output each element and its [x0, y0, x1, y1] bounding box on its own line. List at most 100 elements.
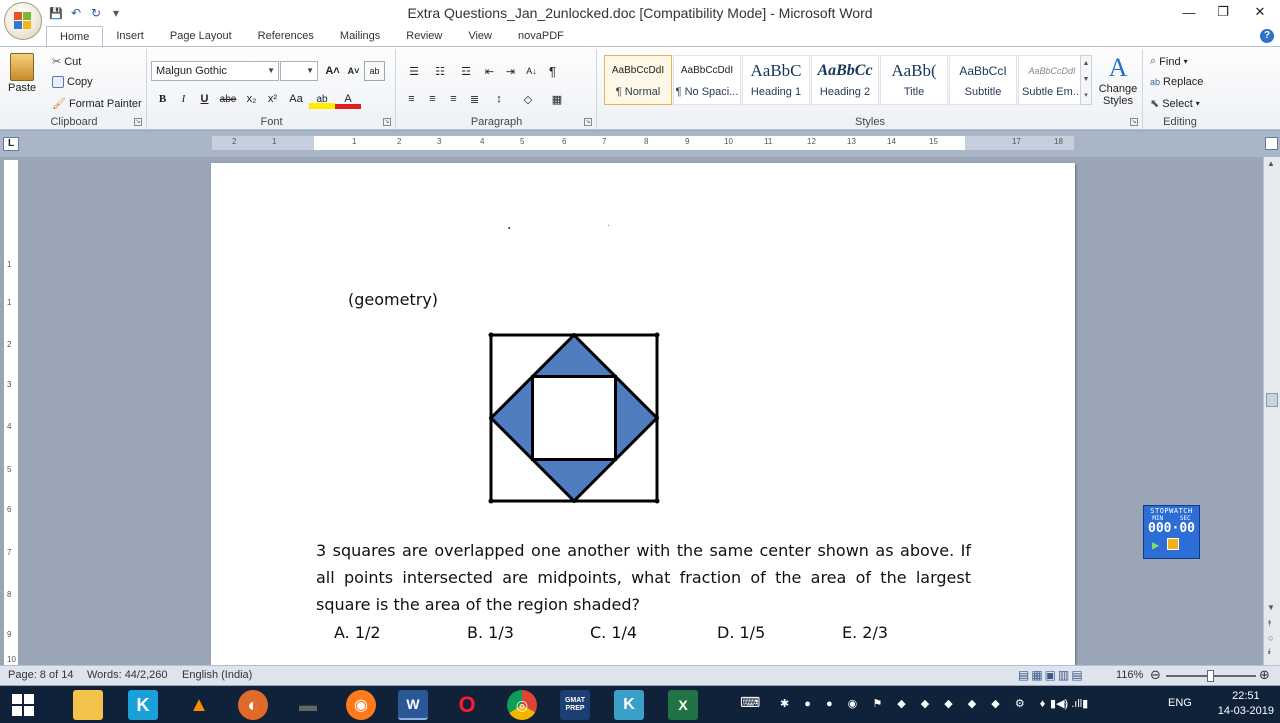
scroll-thumb[interactable] — [1266, 393, 1278, 407]
bold-button[interactable]: B — [152, 89, 173, 109]
firefox-icon[interactable]: ◉ — [346, 690, 376, 720]
styles-launcher[interactable]: ↘ — [1130, 118, 1138, 126]
gmat-prep-icon[interactable]: GMAT PREP — [560, 690, 590, 720]
replace-button[interactable]: ab Replace — [1150, 76, 1203, 88]
app-device-icon[interactable]: ▬ — [293, 690, 323, 720]
line-spacing-icon[interactable]: ↕ — [485, 89, 513, 109]
app-orange-icon[interactable]: ◐ — [238, 690, 268, 720]
underline-button[interactable]: U — [194, 89, 215, 109]
align-center-icon[interactable]: ≡ — [422, 89, 443, 109]
scroll-down-icon[interactable]: ▼ — [1267, 603, 1275, 612]
show-marks-button[interactable]: ¶ — [542, 61, 563, 81]
style-no-spacing[interactable]: AaBbCcDdI ¶ No Spaci... — [673, 55, 741, 105]
clock[interactable]: 22:51 14-03-2019 — [1218, 689, 1274, 719]
find-button[interactable]: ⌕ Find ▾ — [1150, 55, 1188, 68]
multilevel-list-icon[interactable]: ☲ — [453, 61, 479, 81]
style-normal[interactable]: AaBbCcDdI ¶ Normal — [604, 55, 672, 105]
scroll-up-icon[interactable]: ▲ — [1267, 159, 1275, 168]
tray-icons[interactable]: ✱ ● ● ◉ ⚑ ◆ ◆ ◆ ◆ ◆ ⚙ ♦ ⌂ ▮ — [780, 697, 1094, 710]
copy-button[interactable]: Copy — [52, 76, 93, 88]
zoom-level[interactable]: 116% — [1116, 669, 1143, 681]
paste-button[interactable]: Paste — [8, 53, 36, 94]
highlight-button[interactable]: ab — [309, 89, 335, 109]
tab-references[interactable]: References — [245, 26, 327, 46]
zoom-slider-thumb[interactable] — [1207, 670, 1214, 682]
view-ruler-icon[interactable] — [1265, 137, 1278, 150]
zoom-out-icon[interactable]: ⊖ — [1150, 667, 1161, 683]
tab-novapdf[interactable]: novaPDF — [505, 26, 577, 46]
justify-icon[interactable]: ≣ — [464, 89, 485, 109]
tab-insert[interactable]: Insert — [103, 26, 157, 46]
stopwatch-widget[interactable]: STOPWATCH MIN SEC 000·00 ▶ — [1143, 505, 1200, 559]
tab-page-layout[interactable]: Page Layout — [157, 26, 245, 46]
bullets-icon[interactable]: ☰ — [401, 61, 427, 81]
browse-object-icon[interactable]: ○ — [1268, 633, 1273, 643]
select-button[interactable]: ⬉ Select ▾ — [1150, 97, 1200, 111]
borders-icon[interactable]: ▦ — [543, 89, 571, 109]
excel-icon[interactable]: X — [668, 690, 698, 720]
decrease-indent-icon[interactable]: ⇤ — [479, 61, 500, 81]
shrink-font-button[interactable]: A˅ — [343, 61, 364, 81]
reset-icon[interactable] — [1167, 538, 1180, 550]
network-icon[interactable]: ▮◀) .ıll — [1050, 697, 1082, 710]
vlc-icon[interactable]: ▲ — [184, 690, 214, 720]
zoom-in-icon[interactable]: ⊕ — [1259, 667, 1270, 683]
office-button[interactable] — [4, 2, 42, 40]
align-right-icon[interactable]: ≡ — [443, 89, 464, 109]
superscript-button[interactable]: x² — [262, 89, 283, 109]
subscript-button[interactable]: x₂ — [241, 89, 262, 109]
cut-button[interactable]: ✂ Cut — [52, 55, 81, 69]
style-subtle-emphasis[interactable]: AaBbCcDdI Subtle Em... — [1018, 55, 1086, 105]
clear-format-button[interactable]: ab — [364, 61, 385, 81]
previous-page-icon[interactable]: ⯭ — [1267, 619, 1272, 629]
tab-review[interactable]: Review — [393, 26, 455, 46]
close-button[interactable]: ✕ — [1240, 0, 1280, 24]
font-size-select[interactable]: ▼ — [280, 61, 318, 81]
style-heading-1[interactable]: AaBbC Heading 1 — [742, 55, 810, 105]
font-name-select[interactable]: Malgun Gothic ▼ — [151, 61, 279, 81]
clipboard-launcher[interactable]: ↘ — [134, 118, 142, 126]
file-explorer-icon[interactable] — [73, 690, 103, 720]
shading-icon[interactable]: ◇ — [513, 89, 543, 109]
align-left-icon[interactable]: ≡ — [401, 89, 422, 109]
sort-button[interactable]: A↓ — [521, 61, 542, 81]
format-painter-button[interactable]: 🖌 Format Painter — [52, 97, 142, 111]
opera-icon[interactable]: O — [452, 690, 482, 720]
numbering-icon[interactable]: ☷ — [427, 61, 453, 81]
keyboard-icon[interactable]: ⌨ — [740, 694, 760, 711]
font-launcher[interactable]: ↘ — [383, 118, 391, 126]
styles-gallery-scroll[interactable]: ▲ ▼ ▾ — [1080, 55, 1092, 105]
vertical-scrollbar[interactable]: ▲ ▼ ⯭ ○ ⯯ — [1263, 157, 1280, 665]
paragraph-launcher[interactable]: ↘ — [584, 118, 592, 126]
app-k2-icon[interactable]: K — [614, 690, 644, 720]
style-heading-2[interactable]: AaBbCc Heading 2 — [811, 55, 879, 105]
next-page-icon[interactable]: ⯯ — [1267, 647, 1272, 657]
font-color-button[interactable]: A — [335, 89, 361, 109]
input-language[interactable]: ENG — [1168, 697, 1192, 709]
language-status[interactable]: English (India) — [182, 669, 252, 681]
increase-indent-icon[interactable]: ⇥ — [500, 61, 521, 81]
chrome-icon[interactable]: ◎ — [507, 690, 537, 720]
style-subtitle[interactable]: AaBbCcI Subtitle — [949, 55, 1017, 105]
document-page[interactable]: · · (geometry) 3 squares are overlapped … — [211, 163, 1075, 668]
tab-view[interactable]: View — [455, 26, 505, 46]
tab-stop-selector[interactable]: L — [3, 137, 19, 151]
italic-button[interactable]: I — [173, 89, 194, 109]
vertical-ruler[interactable]: 1 1 2 3 4 5 6 7 8 9 10 — [4, 160, 18, 665]
play-icon[interactable]: ▶ — [1152, 538, 1159, 552]
view-buttons[interactable]: ▤▦▣▥▤ — [1018, 668, 1085, 682]
minimize-button[interactable]: — — [1172, 0, 1206, 24]
tab-home[interactable]: Home — [46, 26, 104, 47]
help-icon[interactable]: ? — [1260, 29, 1274, 43]
tab-mailings[interactable]: Mailings — [327, 26, 393, 46]
app-k-icon[interactable]: K — [128, 690, 158, 720]
word-icon[interactable]: W — [398, 690, 428, 720]
change-case-button[interactable]: Aa — [283, 89, 309, 109]
change-styles-button[interactable]: A Change Styles — [1096, 53, 1140, 107]
windows-start-icon[interactable] — [8, 690, 38, 720]
strikethrough-button[interactable]: abe — [215, 89, 241, 109]
grow-font-button[interactable]: A˄ — [322, 61, 343, 81]
restore-button[interactable]: ❐ — [1206, 0, 1240, 24]
page-count[interactable]: Page: 8 of 14 — [8, 669, 73, 681]
word-count[interactable]: Words: 44/2,260 — [87, 669, 168, 681]
